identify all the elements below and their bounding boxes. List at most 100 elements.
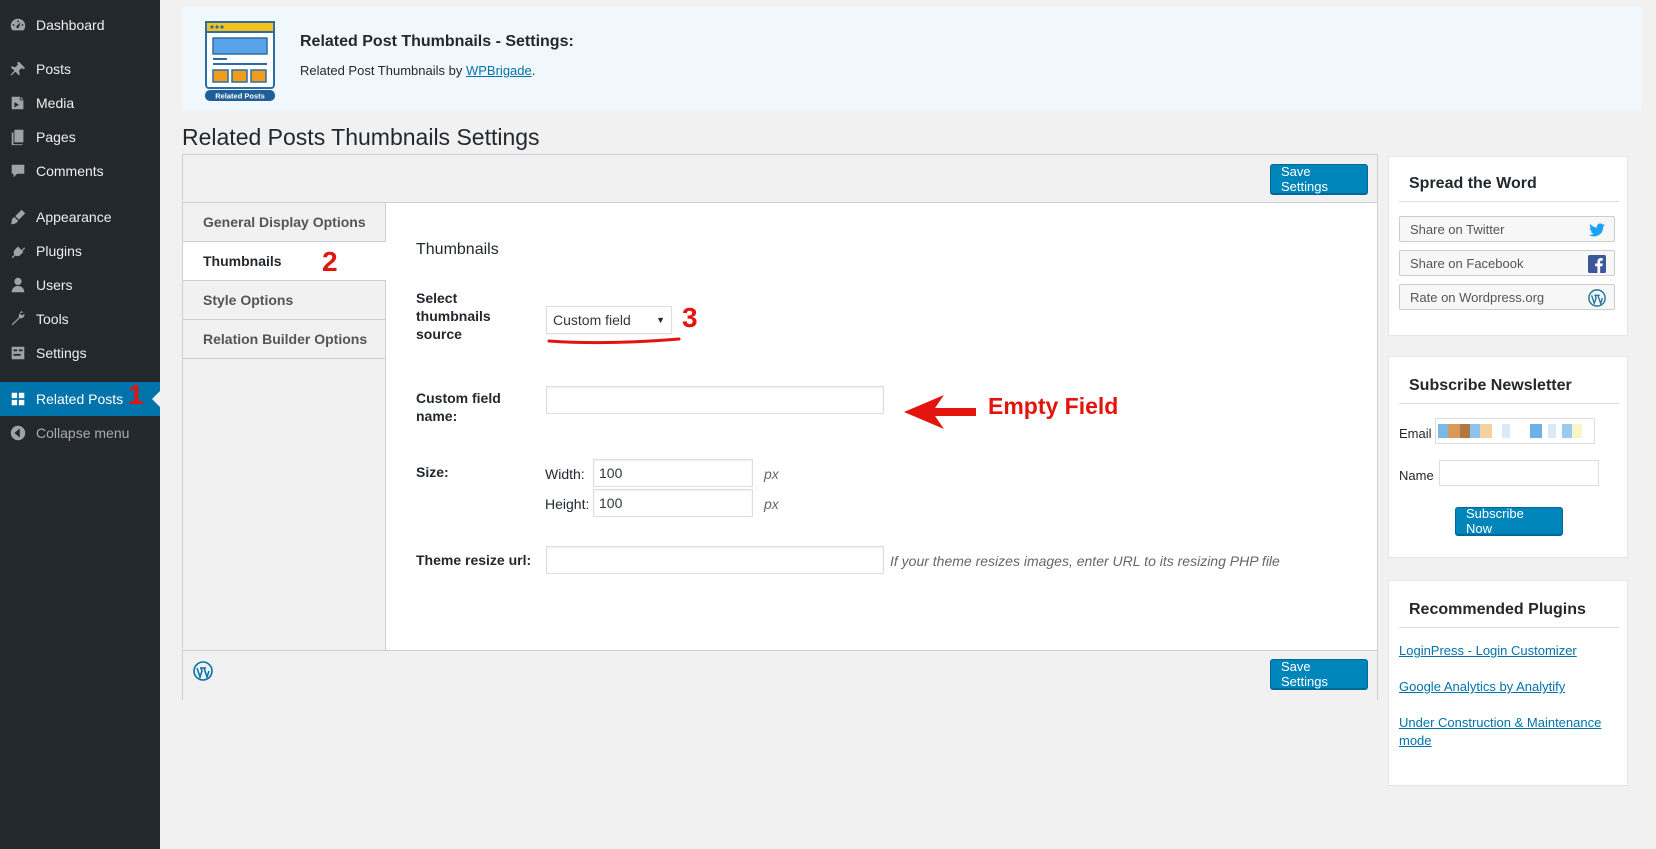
sidebar-item-appearance[interactable]: Appearance bbox=[0, 200, 160, 234]
width-input[interactable]: 100 bbox=[593, 459, 753, 487]
loginpress-link[interactable]: LoginPress - Login Customizer bbox=[1399, 642, 1619, 660]
sidebar-item-label: Plugins bbox=[36, 243, 82, 259]
plugin-name: Related Post Thumbnails bbox=[300, 63, 446, 78]
collapse-menu-button[interactable]: Collapse menu bbox=[0, 416, 160, 450]
comments-icon bbox=[9, 162, 27, 180]
annotation-number-1: 1 bbox=[128, 379, 144, 410]
widget-title: Recommended Plugins bbox=[1409, 601, 1586, 618]
annotation-number-2: 2 bbox=[322, 246, 338, 277]
resize-url-input[interactable] bbox=[546, 546, 884, 574]
height-input[interactable]: 100 bbox=[593, 489, 753, 517]
sidebar-item-label: Comments bbox=[36, 163, 104, 179]
name-label: Name bbox=[1399, 468, 1434, 483]
settings-icon bbox=[9, 344, 27, 362]
current-pointer bbox=[152, 391, 160, 407]
annotation-number-3: 3 bbox=[682, 302, 698, 333]
email-input[interactable] bbox=[1435, 418, 1595, 444]
analytify-link[interactable]: Google Analytics by Analytify bbox=[1399, 678, 1619, 696]
subscribe-now-button[interactable]: Subscribe Now bbox=[1455, 506, 1563, 536]
tab-style-options[interactable]: Style Options bbox=[183, 281, 386, 320]
width-unit: px bbox=[764, 466, 779, 482]
sidebar-item-plugins[interactable]: Plugins bbox=[0, 234, 160, 268]
custom-field-label: Custom field name: bbox=[416, 390, 501, 424]
brush-icon bbox=[9, 208, 27, 226]
under-construction-link[interactable]: Under Construction & Maintenance mode bbox=[1399, 714, 1619, 750]
wrench-icon bbox=[9, 310, 27, 328]
share-on-twitter-button[interactable]: Share on Twitter bbox=[1399, 216, 1615, 242]
source-label: Select thumbnails source bbox=[416, 290, 491, 342]
twitter-icon bbox=[1588, 223, 1606, 237]
sidebar-item-tools[interactable]: Tools bbox=[0, 302, 160, 336]
sidebar-item-label: Collapse menu bbox=[36, 425, 130, 441]
rate-on-wordpress-button[interactable]: Rate on Wordpress.org bbox=[1399, 284, 1615, 310]
widget-divider bbox=[1399, 403, 1619, 404]
widget-divider bbox=[1399, 627, 1619, 628]
sidebar-item-label: Posts bbox=[36, 61, 72, 77]
settings-tabs: General Display Options Thumbnails Style… bbox=[183, 203, 387, 650]
facebook-icon bbox=[1588, 255, 1606, 273]
sidebar-item-dashboard[interactable]: Dashboard bbox=[0, 8, 160, 42]
size-label: Size: bbox=[416, 464, 449, 480]
user-icon bbox=[9, 276, 27, 294]
settings-header: Save Settings bbox=[183, 155, 1377, 203]
svg-text:Related Posts: Related Posts bbox=[215, 92, 265, 101]
share-on-facebook-button[interactable]: Share on Facebook bbox=[1399, 250, 1615, 276]
plugin-icon bbox=[9, 242, 27, 260]
sidebar-item-label: Related Posts bbox=[36, 391, 124, 407]
sidebar-item-label: Pages bbox=[36, 129, 76, 145]
sidebar-item-label: Appearance bbox=[36, 209, 112, 225]
related-posts-logo: Related Posts bbox=[205, 21, 275, 101]
tab-general-display-options[interactable]: General Display Options bbox=[183, 203, 386, 242]
sidebar-item-label: Tools bbox=[36, 311, 69, 327]
admin-sidebar: Dashboard Posts Media Pages Comments App… bbox=[0, 0, 160, 849]
save-settings-button-top[interactable]: Save Settings bbox=[1270, 164, 1368, 194]
sidebar-item-media[interactable]: Media bbox=[0, 86, 160, 120]
sidebar-item-pages[interactable]: Pages bbox=[0, 120, 160, 154]
tab-relation-builder-options[interactable]: Relation Builder Options bbox=[183, 320, 386, 359]
selected-value: Custom field bbox=[553, 312, 631, 328]
height-unit: px bbox=[764, 496, 779, 512]
sidebar-item-label: Settings bbox=[36, 345, 87, 361]
sidebar-item-label: Media bbox=[36, 95, 75, 111]
pin-icon bbox=[9, 60, 27, 78]
redacted-email-pixels bbox=[1438, 424, 1582, 438]
email-label: Email bbox=[1399, 426, 1432, 441]
height-label: Height: bbox=[545, 496, 590, 512]
dropdown-caret-icon: ▼ bbox=[656, 315, 665, 325]
width-label: Width: bbox=[545, 466, 585, 482]
widget-title: Subscribe Newsletter bbox=[1409, 377, 1572, 394]
save-settings-button-bottom[interactable]: Save Settings bbox=[1270, 659, 1368, 689]
share-label: Share on Twitter bbox=[1410, 221, 1505, 237]
widget-divider bbox=[1399, 201, 1619, 202]
resize-url-label: Theme resize url: bbox=[416, 552, 532, 568]
thumbnails-panel: Thumbnails Select thumbnails source Cust… bbox=[386, 203, 1377, 650]
pages-icon bbox=[9, 128, 27, 146]
annotation-underline bbox=[547, 337, 681, 345]
settings-box: Save Settings General Display Options Th… bbox=[182, 154, 1378, 700]
spread-the-word-widget: Spread the Word Share on Twitter Share o… bbox=[1388, 156, 1628, 336]
share-label: Rate on Wordpress.org bbox=[1410, 289, 1545, 305]
sidebar-item-settings[interactable]: Settings bbox=[0, 336, 160, 370]
section-title: Thumbnails bbox=[416, 241, 499, 258]
sidebar-item-posts[interactable]: Posts bbox=[0, 52, 160, 86]
by-text: by bbox=[445, 63, 466, 78]
banner-subtitle: Related Post Thumbnails by WPBrigade. bbox=[300, 63, 535, 78]
name-input[interactable] bbox=[1439, 460, 1599, 486]
wpbrigade-link[interactable]: WPBrigade bbox=[466, 63, 532, 78]
page-title: Related Posts Thumbnails Settings bbox=[182, 124, 540, 150]
sidebar-item-comments[interactable]: Comments bbox=[0, 154, 160, 188]
custom-field-name-input[interactable] bbox=[546, 386, 884, 414]
dashboard-icon bbox=[9, 16, 27, 34]
media-icon bbox=[9, 94, 27, 112]
resize-url-description: If your theme resizes images, enter URL … bbox=[890, 553, 1280, 569]
tab-thumbnails[interactable]: Thumbnails bbox=[183, 242, 387, 281]
thumbnails-source-select[interactable]: Custom field ▼ bbox=[546, 306, 672, 334]
sidebar-item-users[interactable]: Users bbox=[0, 268, 160, 302]
share-label: Share on Facebook bbox=[1410, 255, 1524, 271]
wordpress-icon bbox=[193, 661, 213, 681]
sidebar-item-label: Users bbox=[36, 277, 73, 293]
banner-title: Related Post Thumbnails - Settings: bbox=[300, 33, 574, 50]
recommended-plugins-widget: Recommended Plugins LoginPress - Login C… bbox=[1388, 580, 1628, 786]
annotation-arrow-icon bbox=[904, 395, 976, 429]
subscribe-newsletter-widget: Subscribe Newsletter Email Name Subscrib… bbox=[1388, 356, 1628, 558]
